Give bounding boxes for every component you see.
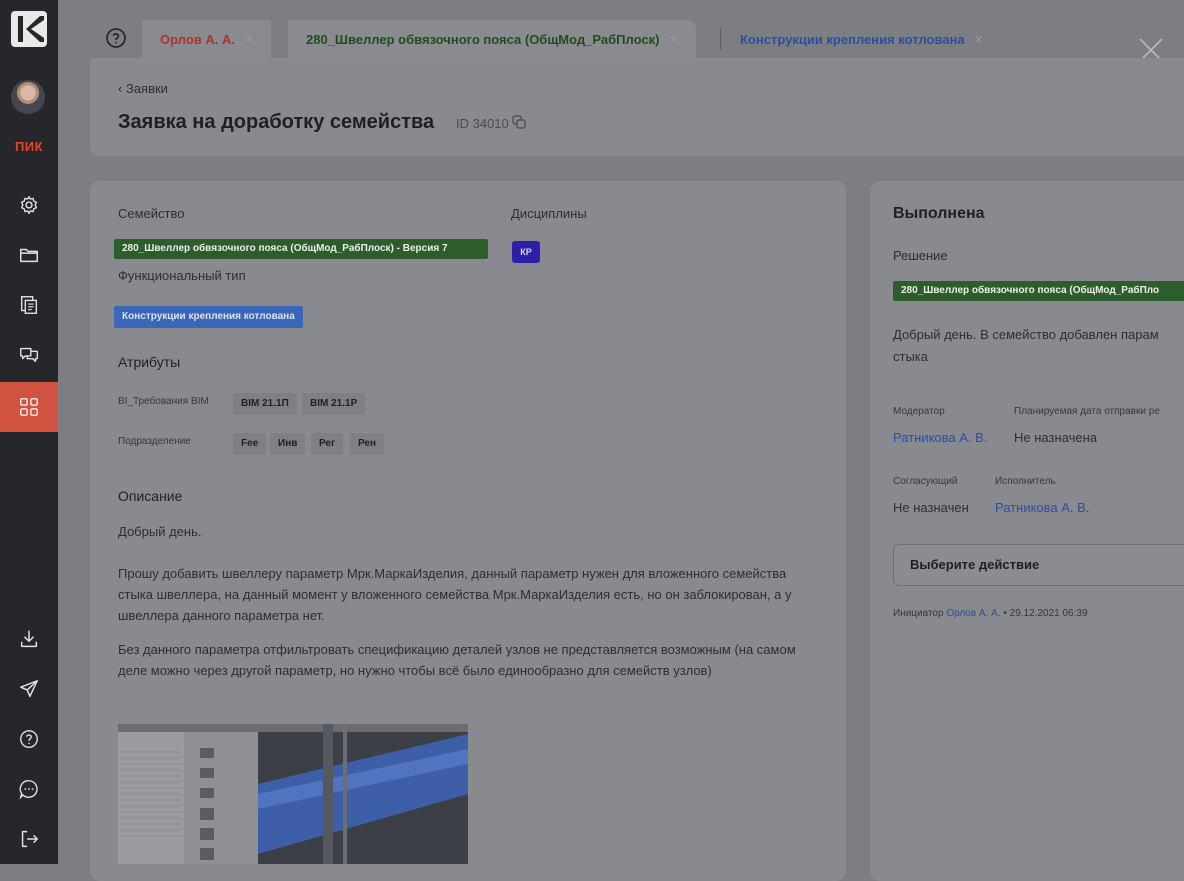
moderator-link[interactable]: Ратникова А. В. [893, 430, 987, 445]
download-icon [20, 630, 38, 648]
tab-functional-type[interactable]: Конструкции крепления котлована × [722, 20, 1001, 58]
breadcrumb-back-link[interactable]: ‹ Заявки [118, 81, 168, 96]
status-title: Выполнена [893, 205, 985, 222]
initiator-line: Инициатор Орлов А. А. • 29.12.2021 06:39 [893, 608, 1088, 619]
initiator-prefix: Инициатор [893, 608, 944, 619]
initiator-link[interactable]: Орлов А. А. [946, 608, 1000, 619]
family-chip[interactable]: 280_Швеллер обвязочного пояса (ОбщМод_Ра… [114, 239, 488, 259]
approver-label: Согласующий [893, 476, 958, 487]
brand-logo: ПИК [14, 139, 44, 154]
app-logo-icon[interactable] [9, 9, 49, 49]
attr-value-chip: Fee [233, 433, 267, 455]
attr-name: BI_Требования BIM [118, 396, 209, 407]
back-label: Заявки [125, 81, 168, 96]
header-panel [90, 58, 1184, 156]
planned-date-label: Планируемая дата отправки ре [1014, 406, 1160, 417]
solution-chip[interactable]: 280_Швеллер обвязочного пояса (ОбщМод_Ра… [893, 281, 1184, 301]
disciplines-label: Дисциплины [511, 206, 587, 221]
description-paragraph: Прошу добавить швеллеру параметр Мрк.Мар… [118, 566, 792, 623]
solution-text: стыка [893, 349, 929, 364]
functional-type-chip[interactable]: Конструкции крепления котлована [114, 306, 303, 328]
close-tab-icon[interactable]: × [975, 31, 983, 47]
approver-value: Не назначен [893, 500, 969, 515]
planned-date-value: Не назначена [1014, 430, 1097, 445]
tab-user[interactable]: Орлов А. А. × [142, 20, 272, 58]
solution-text: Добрый день. В семейство добавлен парам [893, 327, 1159, 342]
discipline-chip[interactable]: КР [512, 241, 540, 263]
moderator-label: Модератор [893, 406, 945, 417]
document-list-icon [20, 296, 38, 314]
tab-family[interactable]: 280_Швеллер обвязочного пояса (ОбщМод_Ра… [288, 20, 696, 58]
page-title: Заявка на доработку семейства [118, 111, 435, 133]
sidebar-item-settings[interactable] [0, 180, 58, 230]
attr-value-chip: Рег [311, 433, 344, 455]
sidebar-item-logout[interactable] [0, 814, 58, 864]
sidebar-item-download[interactable] [0, 614, 58, 664]
request-id: ID 34010 [456, 116, 509, 131]
sidebar-item-messages[interactable] [0, 764, 58, 814]
family-label: Семейство [118, 206, 185, 221]
description-paragraph: Без данного параметра отфильтровать спец… [118, 642, 796, 678]
chevron-left-icon: ‹ [118, 81, 126, 96]
description-heading: Описание [118, 488, 183, 504]
attr-value-chip: BIM 21.1П [233, 393, 297, 415]
executor-label: Исполнитель [995, 476, 1056, 487]
copy-icon[interactable] [511, 114, 527, 130]
attr-value-chip: BIM 21.1Р [302, 393, 366, 415]
logout-icon [21, 830, 38, 848]
attr-value-chip: Рен [350, 433, 385, 455]
help-icon [20, 730, 38, 748]
tab-label: Конструкции крепления котлована [740, 31, 965, 47]
tab-divider [720, 28, 721, 50]
settings-icon [20, 196, 38, 214]
description-paragraph: Добрый день. [118, 524, 202, 539]
executor-link[interactable]: Ратникова А. В. [995, 500, 1089, 515]
sidebar-item-folder[interactable] [0, 230, 58, 280]
close-tab-icon[interactable]: × [669, 31, 677, 47]
attached-screenshot[interactable] [118, 724, 468, 864]
user-avatar[interactable] [11, 80, 45, 114]
initiator-date: • 29.12.2021 06:39 [1003, 608, 1088, 619]
action-select-label: Выберите действие [910, 557, 1040, 572]
action-select[interactable]: Выберите действие [893, 544, 1184, 586]
sidebar-item-documents[interactable] [0, 280, 58, 330]
help-tab-icon[interactable] [105, 27, 127, 49]
sidebar-item-send[interactable] [0, 664, 58, 714]
attr-value-chip: Инв [270, 433, 306, 455]
tab-label: Орлов А. А. [160, 31, 235, 47]
message-icon [19, 780, 38, 800]
tab-label: 280_Швеллер обвязочного пояса (ОбщМод_Ра… [306, 31, 660, 47]
grid-icon [20, 398, 38, 416]
functional-type-label: Функциональный тип [118, 268, 246, 283]
sidebar-item-catalog[interactable] [0, 382, 58, 432]
send-icon [20, 680, 38, 698]
sidebar-item-chat[interactable] [0, 330, 58, 380]
attributes-heading: Атрибуты [118, 354, 181, 370]
attr-name: Подразделение [118, 436, 191, 447]
sidebar: ПИК [0, 0, 58, 864]
solution-label: Решение [893, 248, 948, 263]
close-tab-icon[interactable]: × [245, 31, 253, 47]
folder-icon [20, 248, 38, 263]
sidebar-item-help[interactable] [0, 714, 58, 764]
chat-icon [20, 347, 38, 363]
